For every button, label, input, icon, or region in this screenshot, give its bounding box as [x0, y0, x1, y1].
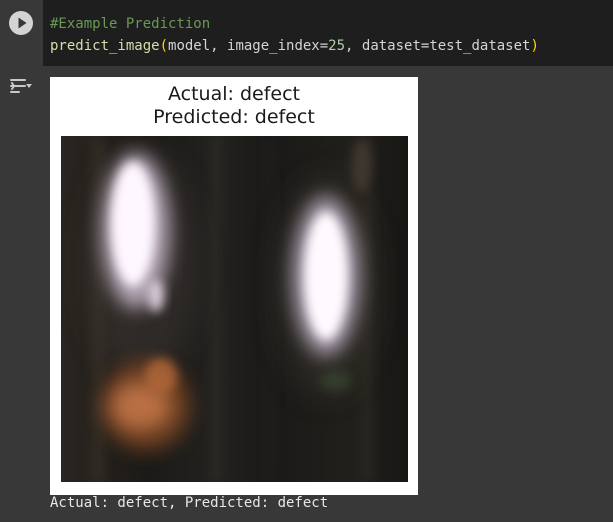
output-toggle-button[interactable] — [8, 75, 34, 97]
code-number: 25 — [328, 38, 346, 54]
code-open-paren: ( — [159, 38, 169, 54]
code-close-paren: ) — [530, 38, 539, 54]
prediction-figure: Actual: defect Predicted: defect — [50, 77, 418, 495]
figure-title: Actual: defect Predicted: defect — [50, 83, 418, 129]
code-args-part2: , dataset=test_dataset — [345, 38, 531, 54]
output-text: Actual: defect, Predicted: defect — [50, 495, 329, 511]
cell-gutter — [0, 0, 43, 66]
figure-title-predicted: Predicted: defect — [153, 106, 315, 128]
defect-photo — [61, 136, 408, 482]
code-args-part1: model, image_index= — [168, 38, 329, 54]
run-cell-button[interactable] — [9, 11, 33, 35]
figure-title-actual: Actual: defect — [168, 83, 300, 105]
output-toggle-icon — [10, 79, 32, 93]
play-icon — [18, 17, 27, 29]
cell-output: Actual: defect Predicted: defect Actual:… — [0, 66, 613, 522]
code-function-name: predict_image — [50, 38, 160, 54]
code-comment: #Example Prediction — [50, 16, 211, 32]
code-editor[interactable]: #Example Prediction predict_image(model,… — [43, 0, 613, 66]
prediction-image — [61, 136, 408, 482]
